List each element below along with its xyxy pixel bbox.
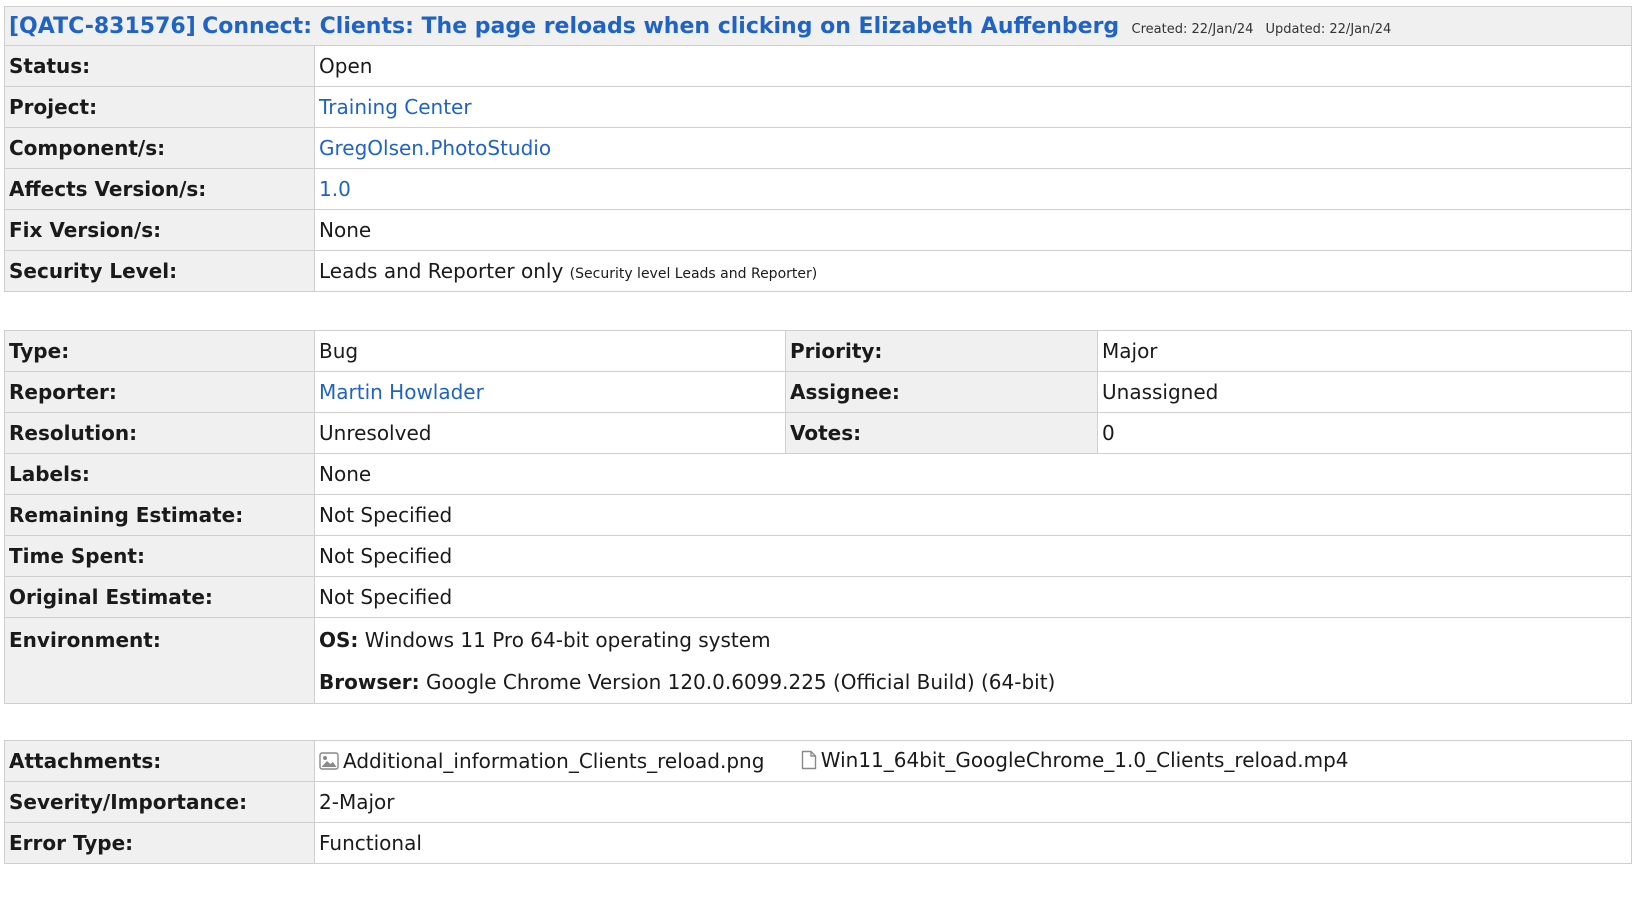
original-estimate-value: Not Specified [314,576,1632,618]
issue-header: [QATC-831576] Connect: Clients: The page… [4,6,1632,46]
details-table: Status: Open Project: Training Center Co… [4,45,1632,292]
error-type-value: Functional [314,822,1632,864]
security-level-row: Security Level: Leads and Reporter only … [4,250,1632,292]
environment-browser-label: Browser: [319,669,420,694]
project-link[interactable]: Training Center [319,95,472,119]
affects-version-label: Affects Version/s: [4,168,315,210]
labels-row: Labels: None [4,453,1632,495]
priority-label: Priority: [785,330,1098,372]
environment-os-label: OS: [319,627,359,652]
security-level-value: Leads and Reporter only [319,259,564,283]
reporter-assignee-row: Reporter: Martin Howlader Assignee: Unas… [4,371,1632,413]
priority-value: Major [1097,330,1632,372]
people-table: Type: Bug Priority: Major Reporter: Mart… [4,330,1632,704]
issue-summary-link[interactable]: Connect: Clients: The page reloads when … [202,14,1119,39]
original-estimate-label: Original Estimate: [4,576,315,618]
type-priority-row: Type: Bug Priority: Major [4,330,1632,372]
issue-key-link[interactable]: [QATC-831576] [9,14,196,39]
time-spent-value: Not Specified [314,535,1632,577]
votes-value: 0 [1097,412,1632,454]
severity-value: 2-Major [314,781,1632,823]
attachment-name: Win11_64bit_GoogleChrome_1.0_Clients_rel… [820,747,1349,772]
attachment-item[interactable]: Additional_information_Clients_reload.pn… [319,749,764,773]
component-cell: GregOlsen.PhotoStudio [314,127,1632,169]
resolution-value: Unresolved [314,412,786,454]
created-label: Created: [1131,21,1188,37]
environment-os-value: Windows 11 Pro 64-bit operating system [364,627,771,652]
environment-browser: Browser: Google Chrome Version 120.0.609… [319,661,1627,703]
assignee-label: Assignee: [785,371,1098,413]
environment-os: OS: Windows 11 Pro 64-bit operating syst… [319,619,1627,661]
affects-version-link[interactable]: 1.0 [319,177,351,201]
component-link[interactable]: GregOlsen.PhotoStudio [319,136,551,160]
labels-label: Labels: [4,453,315,495]
remaining-estimate-row: Remaining Estimate: Not Specified [4,494,1632,536]
environment-value: OS: Windows 11 Pro 64-bit operating syst… [314,617,1632,704]
resolution-label: Resolution: [4,412,315,454]
environment-row: Environment: OS: Windows 11 Pro 64-bit o… [4,617,1632,704]
component-row: Component/s: GregOlsen.PhotoStudio [4,127,1632,169]
labels-value: None [314,453,1632,495]
attachment-name: Additional_information_Clients_reload.pn… [343,748,765,773]
reporter-label: Reporter: [4,371,315,413]
security-level-label: Security Level: [4,250,315,292]
status-label: Status: [4,45,315,87]
affects-version-row: Affects Version/s: 1.0 [4,168,1632,210]
assignee-value: Unassigned [1097,371,1632,413]
project-row: Project: Training Center [4,86,1632,128]
resolution-votes-row: Resolution: Unresolved Votes: 0 [4,412,1632,454]
remaining-estimate-value: Not Specified [314,494,1632,536]
environment-browser-value: Google Chrome Version 120.0.6099.225 (Of… [426,669,1056,694]
error-type-label: Error Type: [4,822,315,864]
time-spent-label: Time Spent: [4,535,315,577]
votes-label: Votes: [785,412,1098,454]
project-cell: Training Center [314,86,1632,128]
severity-label: Severity/Importance: [4,781,315,823]
error-type-row: Error Type: Functional [4,822,1632,864]
environment-label: Environment: [4,617,315,704]
reporter-link[interactable]: Martin Howlader [319,380,484,404]
type-value: Bug [314,330,786,372]
fix-version-label: Fix Version/s: [4,209,315,251]
status-row: Status: Open [4,45,1632,87]
attachments-label: Attachments: [4,740,315,782]
created-value: 22/Jan/24 [1191,21,1254,37]
remaining-estimate-label: Remaining Estimate: [4,494,315,536]
type-label: Type: [4,330,315,372]
security-level-note: (Security level Leads and Reporter) [569,266,818,282]
issue-dates: Created: 22/Jan/24 Updated: 22/Jan/24 [1132,22,1392,37]
attachments-cell: Additional_information_Clients_reload.pn… [314,740,1632,782]
severity-row: Severity/Importance: 2-Major [4,781,1632,823]
attachments-row: Attachments: Additional_information_Clie… [4,740,1632,782]
issue-header-cell: [QATC-831576] Connect: Clients: The page… [4,6,1632,46]
image-file-icon [319,751,339,770]
reporter-cell: Martin Howlader [314,371,786,413]
issue-page: [QATC-831576] Connect: Clients: The page… [0,0,1632,899]
extra-table: Attachments: Additional_information_Clie… [4,740,1632,864]
fix-version-row: Fix Version/s: None [4,209,1632,251]
time-spent-row: Time Spent: Not Specified [4,535,1632,577]
document-file-icon [801,750,816,769]
project-label: Project: [4,86,315,128]
security-level-cell: Leads and Reporter only (Security level … [314,250,1632,292]
component-label: Component/s: [4,127,315,169]
attachment-item[interactable]: Win11_64bit_GoogleChrome_1.0_Clients_rel… [801,748,1349,772]
status-value: Open [314,45,1632,87]
updated-value: 22/Jan/24 [1329,21,1392,37]
fix-version-value: None [314,209,1632,251]
original-estimate-row: Original Estimate: Not Specified [4,576,1632,618]
updated-label: Updated: [1265,21,1326,37]
affects-version-cell: 1.0 [314,168,1632,210]
